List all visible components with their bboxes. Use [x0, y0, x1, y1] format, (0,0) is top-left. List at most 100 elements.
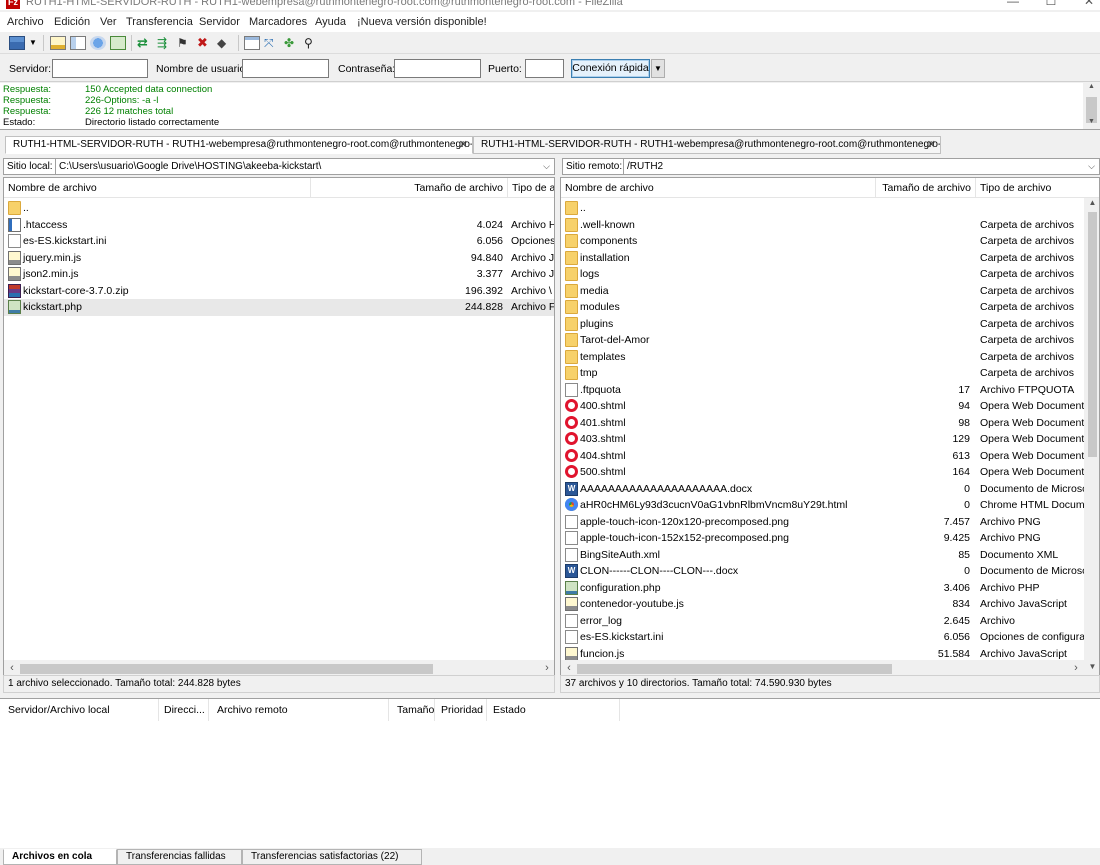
menu-archivo[interactable]: Archivo — [7, 16, 44, 28]
sync-browsing-icon[interactable]: ⤧ — [264, 36, 280, 50]
remote-file-list[interactable]: Nombre de archivo ⌃ Tamaño de archivo Ti… — [560, 177, 1100, 676]
column-header-type[interactable]: Tipo de archivo — [976, 178, 1099, 198]
menu-ver[interactable]: Ver — [100, 16, 117, 28]
menu-nueva-version[interactable]: ¡Nueva versión disponible! — [357, 16, 487, 28]
queue-column-direction[interactable]: Direcci... — [159, 699, 209, 721]
maximize-button[interactable]: ☐ — [1036, 0, 1066, 10]
file-row[interactable]: aHR0cHM6Ly93d3cucnV0aG1vbnRlbmVncm8uY29t… — [561, 497, 1099, 514]
file-row[interactable]: contenedor-youtube.js 834 Archivo JavaScri… — [561, 596, 1099, 613]
folder-row[interactable]: .. — [4, 200, 554, 217]
quickconnect-dropdown-icon[interactable]: ▼ — [651, 59, 665, 78]
server-tab[interactable]: RUTH1-HTML-SERVIDOR-RUTH - RUTH1-webempr… — [5, 136, 473, 154]
folder-row[interactable]: tmp Carpeta de archivos — [561, 365, 1099, 382]
file-row[interactable]: apple-touch-icon-120x120-precomposed.png… — [561, 514, 1099, 531]
close-button[interactable]: ✕ — [1074, 0, 1100, 10]
column-header-name[interactable]: Nombre de archivo — [561, 178, 876, 198]
column-header-size[interactable]: Tamaño de archivo — [311, 178, 508, 198]
transfer-queue[interactable]: Servidor/Archivo local Direcci... Archiv… — [0, 698, 1100, 848]
remote-path-field[interactable]: /RUTH2 ⌵ — [623, 158, 1100, 175]
password-input[interactable] — [394, 59, 481, 78]
file-row[interactable]: 401.shtml 98 Opera Web Document — [561, 415, 1099, 432]
process-queue-icon[interactable]: ⇶ — [157, 36, 173, 50]
file-row[interactable]: BingSiteAuth.xml 85 Documento XML — [561, 547, 1099, 564]
folder-row[interactable]: components Carpeta de archivos — [561, 233, 1099, 250]
scroll-right-icon[interactable]: › — [539, 660, 554, 675]
host-input[interactable] — [52, 59, 148, 78]
column-header-size[interactable]: Tamaño de archivo — [876, 178, 976, 198]
file-row[interactable]: kickstart.php 244.828 Archivo F — [4, 299, 554, 316]
file-row[interactable]: W CLON------CLON----CLON---.docx 0 Document… — [561, 563, 1099, 580]
port-input[interactable] — [525, 59, 564, 78]
file-row[interactable]: configuration.php 3.406 Archivo PHP — [561, 580, 1099, 597]
refresh-icon[interactable]: ⇄ — [137, 36, 153, 50]
local-hscrollbar[interactable]: ‹ › — [4, 660, 554, 675]
queue-column-status[interactable]: Estado — [487, 699, 620, 721]
folder-row[interactable]: logs Carpeta de archivos — [561, 266, 1099, 283]
remote-hscrollbar[interactable]: ‹ › — [561, 660, 1084, 675]
toggle-remote-tree-icon[interactable] — [90, 36, 106, 50]
minimize-button[interactable]: — — [998, 0, 1028, 10]
remote-vscrollbar[interactable]: ▲ ▼ — [1084, 198, 1099, 675]
local-file-list[interactable]: Nombre de archivo ⌃ Tamaño de archivo Ti… — [3, 177, 555, 676]
folder-row[interactable]: .. — [561, 200, 1099, 217]
file-row[interactable]: .ftpquota 17 Archivo FTPQUOTA — [561, 382, 1099, 399]
folder-row[interactable]: Tarot-del-Amor Carpeta de archivos — [561, 332, 1099, 349]
menu-transferencia[interactable]: Transferencia — [126, 16, 193, 28]
local-path-field[interactable]: C:\Users\usuario\Google Drive\HOSTING\ak… — [55, 158, 555, 175]
chevron-down-icon[interactable]: ⌵ — [543, 159, 550, 174]
folder-row[interactable]: installation Carpeta de archivos — [561, 250, 1099, 267]
queue-column-local[interactable]: Servidor/Archivo local — [0, 699, 159, 721]
tab-transferencias-satisfactorias[interactable]: Transferencias satisfactorias (22) — [242, 849, 422, 865]
file-row[interactable]: es-ES.kickstart.ini 6.056 Opciones de conf… — [561, 629, 1099, 646]
server-tab[interactable]: RUTH1-HTML-SERVIDOR-RUTH - RUTH1-webempr… — [473, 136, 941, 154]
column-header-type[interactable]: Tipo de a — [508, 178, 554, 198]
directory-listing-filters-icon[interactable] — [244, 36, 260, 50]
queue-column-priority[interactable]: Prioridad — [435, 699, 487, 721]
disconnect-icon[interactable]: ◆ — [217, 36, 233, 50]
close-tab-icon[interactable]: ✕ — [459, 137, 468, 153]
scroll-left-icon[interactable]: ‹ — [4, 660, 20, 675]
site-manager-dropdown-icon[interactable]: ▼ — [29, 36, 38, 50]
toggle-queue-icon[interactable] — [110, 36, 126, 50]
file-row[interactable]: 400.shtml 94 Opera Web Document — [561, 398, 1099, 415]
filter-icon[interactable]: ⚑ — [177, 36, 193, 50]
menu-marcadores[interactable]: Marcadores — [249, 16, 307, 28]
scroll-thumb[interactable] — [1088, 212, 1097, 457]
file-row[interactable]: 500.shtml 164 Opera Web Document — [561, 464, 1099, 481]
tab-archivos-en-cola[interactable]: Archivos en cola — [3, 849, 117, 865]
folder-row[interactable]: media Carpeta de archivos — [561, 283, 1099, 300]
scroll-left-icon[interactable]: ‹ — [561, 660, 577, 675]
close-tab-icon[interactable]: ✕ — [927, 137, 936, 153]
toggle-log-icon[interactable] — [50, 36, 66, 50]
toggle-local-tree-icon[interactable] — [70, 36, 86, 50]
file-row[interactable]: es-ES.kickstart.ini 6.056 Opciones — [4, 233, 554, 250]
search-remote-icon[interactable]: ⚲ — [304, 36, 320, 50]
scroll-thumb[interactable] — [20, 664, 433, 674]
scroll-down-icon[interactable]: ▼ — [1084, 662, 1099, 675]
scroll-down-icon[interactable]: ▼ — [1083, 118, 1100, 129]
cancel-icon[interactable]: ✖ — [197, 36, 213, 50]
scroll-up-icon[interactable]: ▲ — [1084, 198, 1099, 212]
file-row[interactable]: error_log 2.645 Archivo — [561, 613, 1099, 630]
folder-row[interactable]: .well-known Carpeta de archivos — [561, 217, 1099, 234]
folder-row[interactable]: modules Carpeta de archivos — [561, 299, 1099, 316]
file-row[interactable]: .htaccess 4.024 Archivo H — [4, 217, 554, 234]
file-row[interactable]: json2.min.js 3.377 Archivo J — [4, 266, 554, 283]
site-manager-icon[interactable] — [9, 36, 25, 50]
file-row[interactable]: kickstart-core-3.7.0.zip 196.392 Archivo \ — [4, 283, 554, 300]
file-row[interactable]: apple-touch-icon-152x152-precomposed.png… — [561, 530, 1099, 547]
folder-row[interactable]: plugins Carpeta de archivos — [561, 316, 1099, 333]
quickconnect-button[interactable]: Conexión rápida — [571, 59, 650, 78]
menu-servidor[interactable]: Servidor — [199, 16, 240, 28]
scroll-right-icon[interactable]: › — [1068, 660, 1084, 675]
folder-row[interactable]: templates Carpeta de archivos — [561, 349, 1099, 366]
menu-ayuda[interactable]: Ayuda — [315, 16, 346, 28]
chevron-down-icon[interactable]: ⌵ — [1088, 159, 1095, 174]
file-row[interactable]: W AAAAAAAAAAAAAAAAAAAAA.docx 0 Documento de… — [561, 481, 1099, 498]
menu-edicion[interactable]: Edición — [54, 16, 90, 28]
file-row[interactable]: 404.shtml 613 Opera Web Document — [561, 448, 1099, 465]
compare-icon[interactable]: ✤ — [284, 36, 300, 50]
tab-transferencias-fallidas[interactable]: Transferencias fallidas — [117, 849, 242, 865]
scroll-up-icon[interactable]: ▲ — [1083, 83, 1100, 95]
queue-column-remote[interactable]: Archivo remoto — [209, 699, 389, 721]
